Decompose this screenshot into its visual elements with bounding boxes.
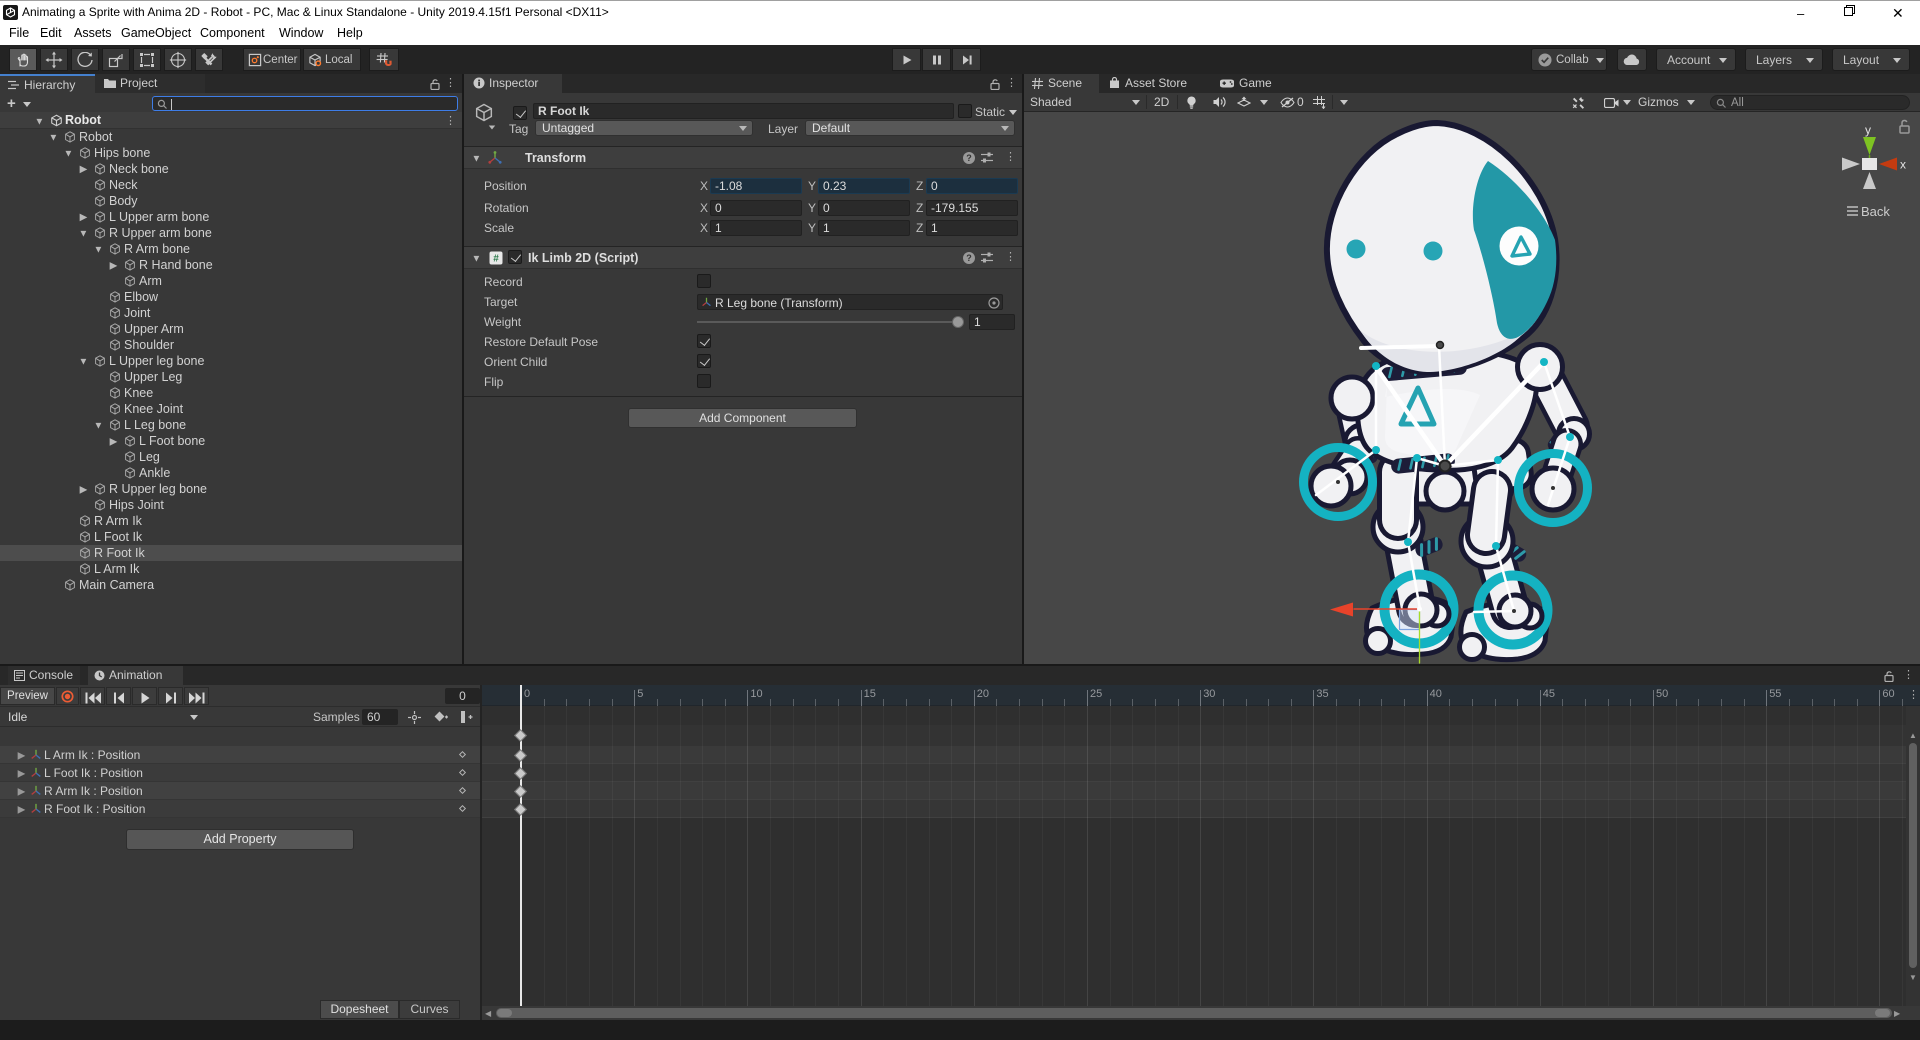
svg-text:Back: Back bbox=[1861, 204, 1890, 219]
svg-text:y: y bbox=[1865, 123, 1871, 137]
svg-text:x: x bbox=[1900, 158, 1906, 172]
svg-text:#: # bbox=[493, 254, 499, 265]
